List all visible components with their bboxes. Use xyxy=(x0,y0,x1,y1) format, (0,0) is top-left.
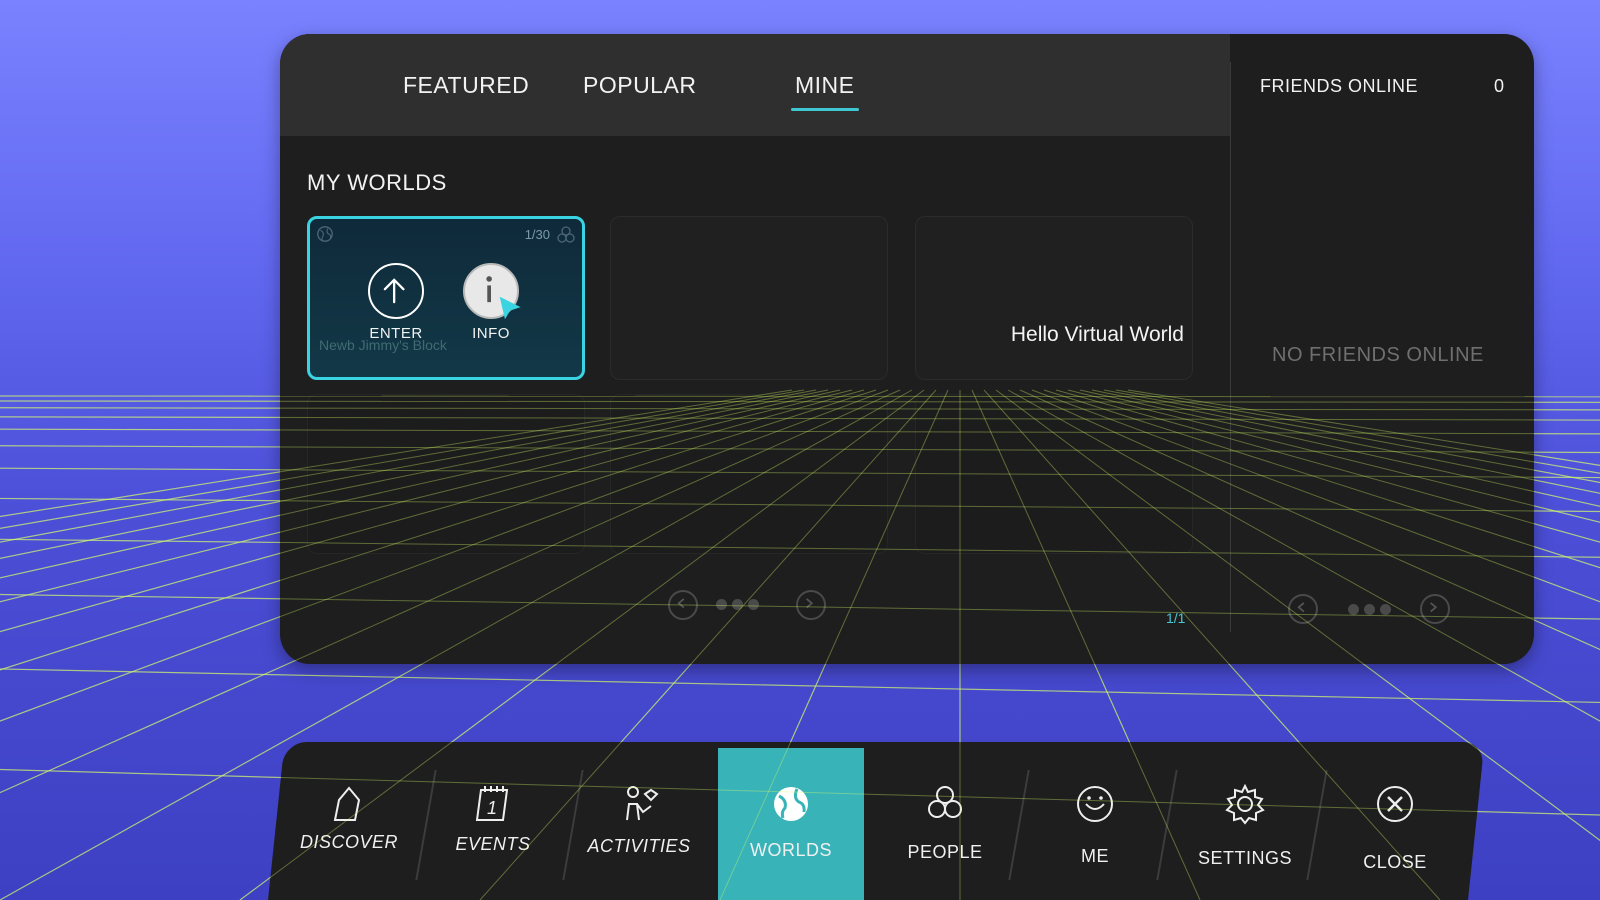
worlds-panel: FEATURED POPULAR MINE MY WORLDS 1/30 ENT… xyxy=(280,34,1534,664)
globe-icon xyxy=(317,226,333,242)
nav-events[interactable]: 1 EVENTS xyxy=(420,742,566,900)
no-friends-message: NO FRIENDS ONLINE xyxy=(1272,344,1484,366)
nav-close[interactable]: CLOSE xyxy=(1322,742,1468,900)
nav-label: PEOPLE xyxy=(907,842,983,862)
chevron-right-icon xyxy=(1430,602,1438,613)
tab-bar: FEATURED POPULAR MINE xyxy=(280,34,1230,136)
people-icon xyxy=(928,786,962,818)
nav-settings[interactable]: SETTINGS xyxy=(1172,742,1318,900)
tab-popular[interactable]: POPULAR xyxy=(583,72,696,99)
close-icon xyxy=(1377,786,1413,822)
tab-featured[interactable]: FEATURED xyxy=(403,72,529,99)
page-dot xyxy=(1364,604,1375,615)
svg-text:1: 1 xyxy=(487,798,497,818)
tab-mine[interactable]: MINE xyxy=(791,72,858,111)
nav-label: ACTIVITIES xyxy=(587,836,691,856)
page-dot xyxy=(732,599,743,610)
page-dot xyxy=(748,599,759,610)
page-indicator: 1/1 xyxy=(1166,610,1186,626)
world-name: Newb Jimmy's Block xyxy=(319,337,447,353)
cursor-pointer-icon xyxy=(499,296,521,320)
nav-label: CLOSE xyxy=(1363,852,1427,872)
globe-icon xyxy=(774,787,808,821)
nav-label: WORLDS xyxy=(749,840,832,860)
empty-card-slot xyxy=(610,394,888,554)
home-icon xyxy=(333,786,361,821)
friends-divider xyxy=(1230,62,1231,632)
next-page-button[interactable] xyxy=(796,590,826,620)
world-card-selected[interactable]: 1/30 ENTER INFO Newb Jimmy's Block xyxy=(307,216,585,380)
friends-next-button[interactable] xyxy=(1420,594,1450,624)
friends-title: FRIENDS ONLINE xyxy=(1260,76,1419,96)
section-title: MY WORLDS xyxy=(307,170,447,195)
chevron-left-icon xyxy=(1297,602,1305,613)
nav-worlds[interactable]: WORLDS xyxy=(718,742,864,900)
arrow-up-icon xyxy=(383,278,405,304)
nav-label: EVENTS xyxy=(455,834,531,854)
nav-label: SETTINGS xyxy=(1197,848,1292,868)
gear-icon xyxy=(1225,783,1265,825)
info-label: INFO xyxy=(472,325,510,342)
people-icon xyxy=(557,226,575,243)
chevron-right-icon xyxy=(806,598,814,609)
occupancy-count: 1/30 xyxy=(524,227,550,242)
nav-activities[interactable]: ACTIVITIES xyxy=(566,742,712,900)
world-name: Hello Virtual World xyxy=(1010,323,1184,346)
nav-label: DISCOVER xyxy=(299,832,399,852)
empty-card-slot xyxy=(915,394,1193,554)
nav-me[interactable]: ME xyxy=(1022,742,1168,900)
page-dot xyxy=(1348,604,1359,615)
enter-button[interactable] xyxy=(368,263,424,319)
nav-label: ME xyxy=(1081,846,1109,866)
nav-people[interactable]: PEOPLE xyxy=(872,742,1018,900)
smiley-icon xyxy=(1077,786,1113,822)
world-card[interactable]: Hello Virtual World xyxy=(915,216,1193,380)
friends-count: 0 xyxy=(1493,76,1504,96)
friends-prev-button[interactable] xyxy=(1288,594,1318,624)
page-dot xyxy=(1380,604,1391,615)
world-card-empty[interactable] xyxy=(610,216,888,380)
prev-page-button[interactable] xyxy=(668,590,698,620)
page-dot xyxy=(716,599,727,610)
empty-card-slot xyxy=(307,394,585,554)
chevron-left-icon xyxy=(677,598,685,609)
activities-icon xyxy=(626,786,659,821)
nav-discover[interactable]: DISCOVER xyxy=(276,742,422,900)
calendar-icon: 1 xyxy=(475,786,509,821)
